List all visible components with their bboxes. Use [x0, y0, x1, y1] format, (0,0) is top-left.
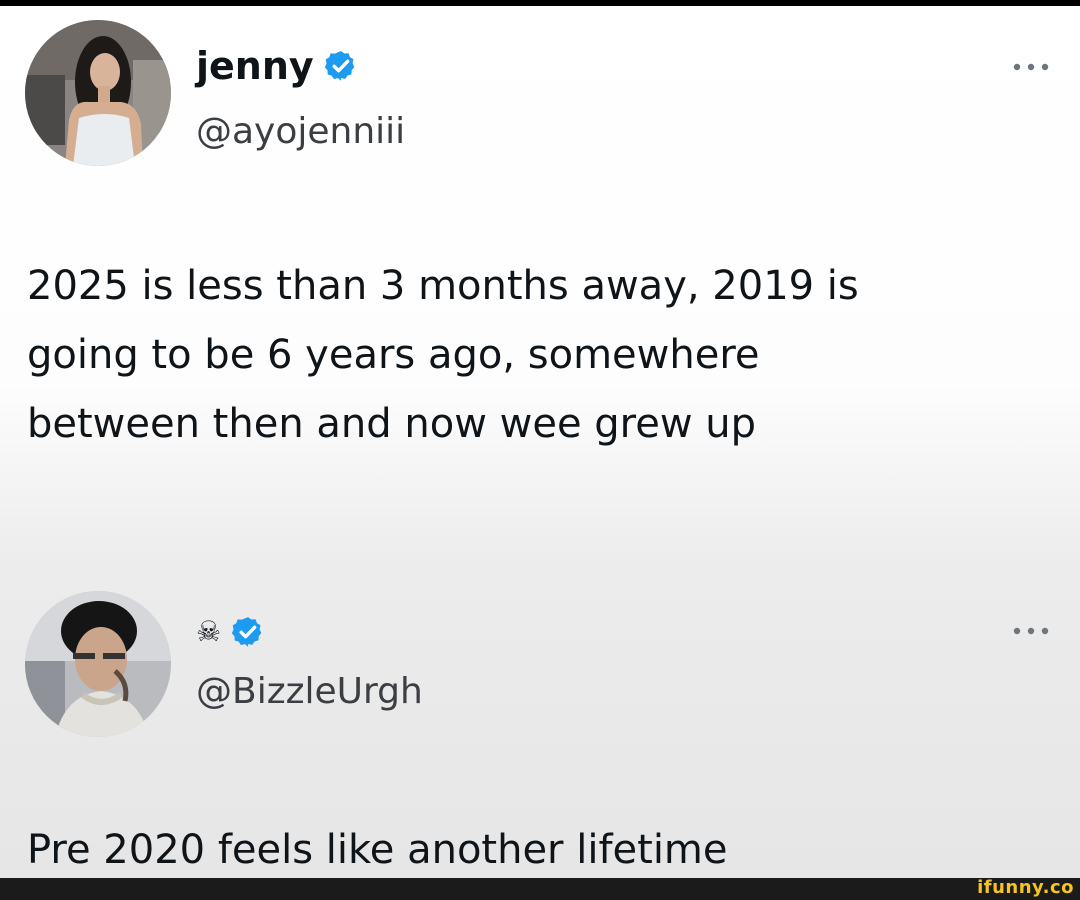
tweet-body-bizzle: Pre 2020 feels like another lifetime [27, 816, 1057, 878]
display-name-text: jenny [196, 44, 314, 88]
verified-badge-icon [231, 615, 265, 649]
handle-bizzle[interactable]: @BizzleUrgh [196, 670, 423, 714]
tweet-body-line: going to be 6 years ago, somewhere [27, 332, 760, 378]
verified-badge-icon [324, 49, 358, 83]
bottom-bar: ifunny.co [0, 877, 1080, 900]
handle-jenny[interactable]: @ayojenniii [196, 110, 405, 154]
tweet-body-line: 2025 is less than 3 months away, 2019 is [27, 263, 859, 309]
tweet-body-line: Pre 2020 feels like another lifetime [27, 827, 728, 873]
tweet-screenshot: jenny @ayojenniii 2025 is less than 3 mo… [0, 6, 1080, 878]
more-horizontal-icon[interactable] [1012, 62, 1050, 72]
display-name-bizzle[interactable]: ☠ [196, 610, 265, 654]
tweet-body-jenny: 2025 is less than 3 months away, 2019 is… [27, 252, 1057, 459]
bizzle-avatar[interactable] [25, 591, 171, 737]
display-name-jenny[interactable]: jenny [196, 44, 358, 88]
more-horizontal-icon[interactable] [1012, 626, 1050, 636]
skull-icon: ☠ [196, 615, 222, 648]
ifunny-watermark: ifunny.co [977, 877, 1074, 898]
jenny-avatar[interactable] [25, 20, 171, 166]
tweet-body-line: between then and now wee grew up [27, 401, 757, 447]
